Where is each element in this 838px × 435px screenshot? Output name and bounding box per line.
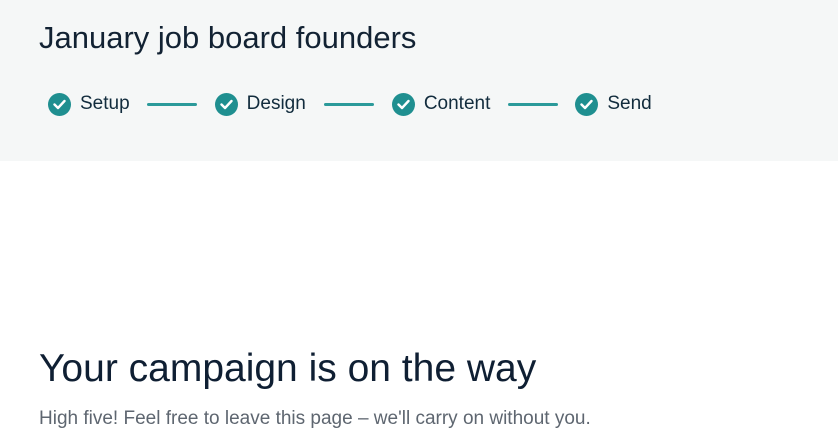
step-setup: Setup bbox=[48, 92, 130, 116]
step-connector bbox=[323, 102, 374, 106]
step-design: Design bbox=[214, 92, 306, 116]
step-label-setup: Setup bbox=[80, 93, 130, 114]
step-label-design: Design bbox=[246, 93, 306, 114]
check-circle-icon bbox=[575, 92, 599, 116]
step-connector bbox=[508, 102, 559, 106]
step-label-content: Content bbox=[423, 93, 491, 114]
progress-steps: Setup Design Content Send bbox=[48, 92, 652, 116]
campaign-title: January job board founders bbox=[39, 20, 417, 55]
step-label-send: Send bbox=[607, 93, 652, 114]
campaign-header: January job board founders Setup Design … bbox=[0, 0, 838, 161]
check-circle-icon bbox=[48, 92, 71, 116]
check-circle-icon bbox=[214, 92, 238, 116]
confirmation-subtext: High five! Feel free to leave this page … bbox=[39, 408, 591, 429]
step-content: Content bbox=[391, 92, 491, 116]
confirmation-heading: Your campaign is on the way bbox=[39, 347, 537, 390]
step-send: Send bbox=[575, 92, 652, 116]
check-circle-icon bbox=[391, 92, 415, 116]
step-connector bbox=[146, 102, 197, 106]
